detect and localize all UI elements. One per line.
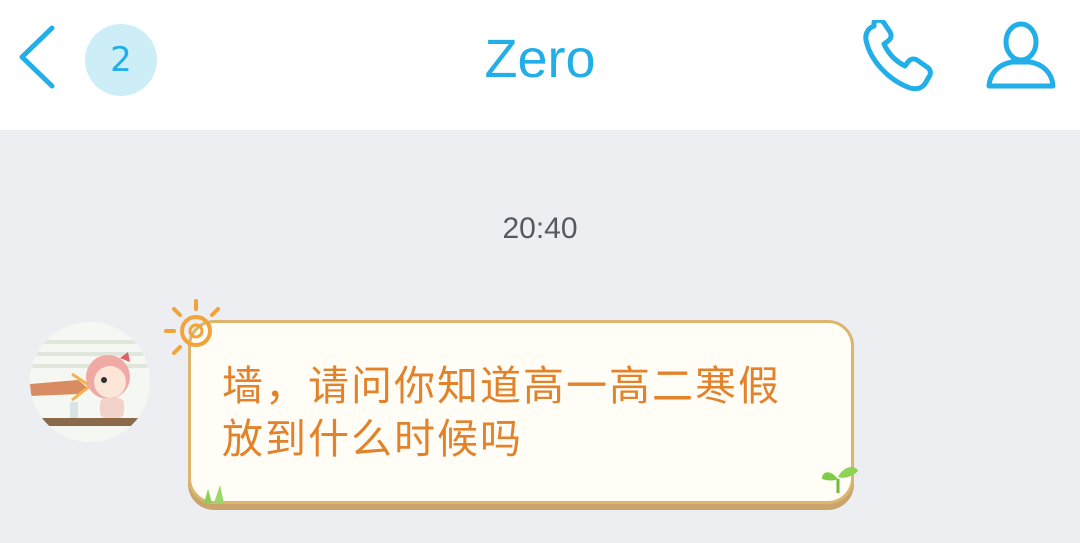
message-timestamp: 20:40 xyxy=(502,212,578,245)
message-text: 墙，请问你知道高一高二寒假放到什么时候吗 xyxy=(222,362,781,463)
profile-button[interactable] xyxy=(982,20,1060,92)
avatar[interactable] xyxy=(30,322,150,442)
sun-icon xyxy=(164,299,220,355)
phone-icon xyxy=(863,17,933,92)
grass-icon xyxy=(204,485,224,503)
cartoon-girl-avatar-icon xyxy=(30,322,150,442)
user-icon xyxy=(986,21,1056,89)
chat-header: 2 Zero xyxy=(0,0,1080,130)
call-button[interactable] xyxy=(860,17,940,94)
sprout-icon xyxy=(822,467,858,493)
